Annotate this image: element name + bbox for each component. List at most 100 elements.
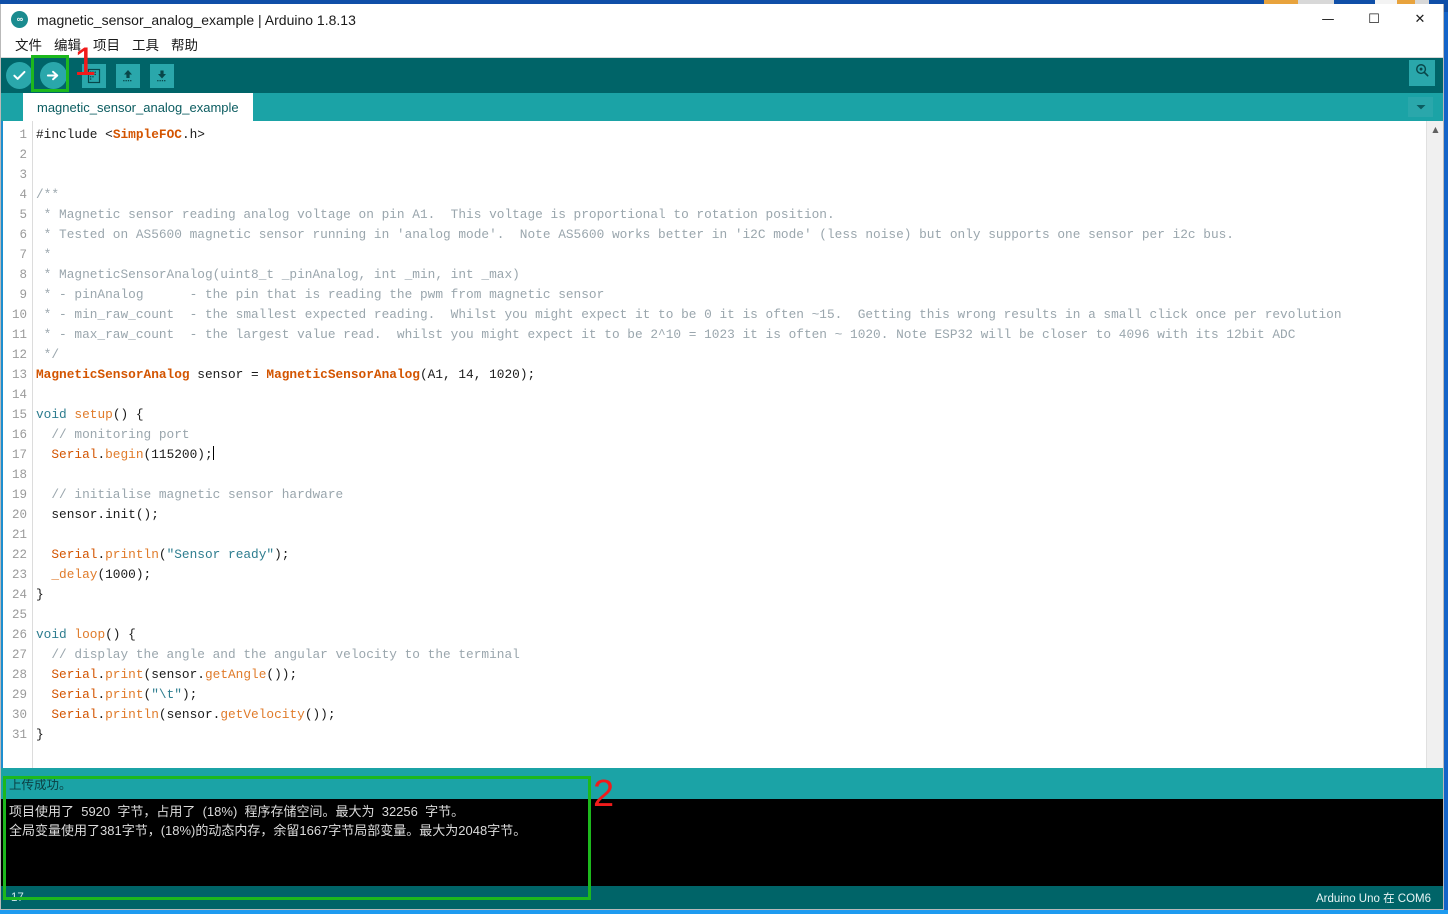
line-number: 5	[19, 208, 27, 222]
code-token: // monitoring port	[36, 427, 190, 442]
code-token: (sensor.	[158, 707, 221, 722]
code-line: Serial.print(sensor.getAngle());	[36, 665, 1443, 685]
code-token: .	[97, 547, 106, 562]
menu-file[interactable]: 文件	[9, 35, 48, 57]
code-token: * Tested on AS5600 magnetic sensor runni…	[36, 227, 1234, 242]
code-line: }	[36, 585, 1443, 605]
code-token: () {	[112, 407, 144, 422]
code-line: Serial.print("\t");	[36, 685, 1443, 705]
verify-icon	[6, 62, 33, 89]
line-number: 2	[19, 148, 27, 162]
code-token: SimpleFOC	[112, 127, 182, 142]
code-token: .h>	[181, 127, 205, 142]
code-token: _delay	[51, 567, 98, 582]
code-token: ());	[266, 667, 298, 682]
code-line: * - pinAnalog - the pin that is reading …	[36, 285, 1443, 305]
code-token: getAngle	[204, 667, 267, 682]
tab-magnetic-sensor-analog-example[interactable]: magnetic_sensor_analog_example	[23, 93, 253, 121]
minimize-icon[interactable]: —	[1305, 4, 1351, 35]
line-number: 31	[11, 728, 27, 742]
code-token: () {	[105, 627, 136, 642]
code-token: begin	[105, 447, 144, 462]
new-sketch-button[interactable]	[78, 60, 109, 91]
code-token: /**	[36, 187, 60, 202]
line-number: 4	[19, 188, 27, 202]
code-line: _delay(1000);	[36, 565, 1443, 585]
line-number: 9	[19, 288, 27, 302]
maximize-icon[interactable]: ☐	[1351, 4, 1397, 35]
line-number: 18	[11, 468, 27, 482]
tab-menu-button[interactable]	[1408, 97, 1433, 117]
code-token: loop	[74, 627, 106, 642]
title-bar: ∞ magnetic_sensor_analog_example | Ardui…	[1, 4, 1443, 35]
line-number: 22	[11, 548, 27, 562]
code-token: // display the angle and the angular vel…	[36, 647, 520, 662]
code-token: );	[181, 687, 198, 702]
window-title: magnetic_sensor_analog_example | Arduino…	[37, 11, 356, 28]
code-text-area[interactable]: #include <SimpleFOC.h> /** * Magnetic se…	[33, 121, 1443, 768]
code-token: getVelocity	[220, 707, 305, 722]
serial-monitor-button[interactable]	[1409, 60, 1435, 86]
line-number: 27	[11, 648, 27, 662]
scroll-up-arrow-icon[interactable]: ▲	[1427, 121, 1443, 138]
open-sketch-button[interactable]	[112, 60, 143, 91]
code-token: print	[105, 667, 144, 682]
menu-bar: 文件 编辑 项目 工具 帮助	[1, 35, 1443, 58]
code-token: "\t"	[151, 687, 182, 702]
upload-button[interactable]	[38, 60, 69, 91]
code-token: println	[105, 547, 159, 562]
line-number: 10	[11, 308, 27, 322]
line-number: 13	[11, 368, 27, 382]
code-token: * - pinAnalog - the pin that is reading …	[36, 287, 605, 302]
editor-vertical-scrollbar[interactable]: ▲	[1426, 121, 1443, 768]
code-token: (1000);	[97, 567, 152, 582]
line-number: 26	[11, 628, 27, 642]
menu-help[interactable]: 帮助	[165, 35, 204, 57]
save-sketch-button[interactable]	[146, 60, 177, 91]
code-token: }	[36, 587, 44, 602]
code-token: Serial	[51, 447, 98, 462]
code-line: * Magnetic sensor reading analog voltage…	[36, 205, 1443, 225]
code-token: sensor =	[189, 367, 267, 382]
code-line: Serial.println(sensor.getVelocity());	[36, 705, 1443, 725]
code-token: sensor.init();	[36, 507, 159, 522]
code-token: #include	[36, 127, 106, 142]
console-output[interactable]: 项目使用了 5920 字节，占用了 (18%) 程序存储空间。最大为 32256…	[1, 799, 1443, 886]
status-bar: 17 Arduino Uno 在 COM6	[1, 886, 1443, 909]
verify-button[interactable]	[4, 60, 35, 91]
code-token: (A1, 14, 1020);	[419, 367, 536, 382]
code-line: * MagneticSensorAnalog(uint8_t _pinAnalo…	[36, 265, 1443, 285]
line-number: 20	[11, 508, 27, 522]
menu-sketch[interactable]: 项目	[87, 35, 126, 57]
code-token: // initialise magnetic sensor hardware	[36, 487, 344, 502]
code-line: // display the angle and the angular vel…	[36, 645, 1443, 665]
code-editor[interactable]: 1 2 3 4 5 6 7 8 9 10 11 12 13 14 15 16 17 18 19 20 21 22 23 24 2…	[1, 121, 1443, 768]
serial-monitor-magnifier-icon	[1414, 62, 1431, 84]
menu-tools[interactable]: 工具	[126, 35, 165, 57]
code-token: .	[97, 707, 106, 722]
line-number: 17	[11, 448, 27, 462]
code-line: */	[36, 345, 1443, 365]
line-number-gutter: 1 2 3 4 5 6 7 8 9 10 11 12 13 14 15 16 17 18 19 20 21 22 23 24 2…	[1, 121, 33, 768]
code-line: // monitoring port	[36, 425, 1443, 445]
line-number: 3	[19, 168, 27, 182]
line-number: 14	[11, 388, 27, 402]
line-number: 23	[11, 568, 27, 582]
code-token: (sensor.	[143, 667, 205, 682]
new-file-icon	[81, 63, 106, 88]
code-token: "Sensor ready"	[166, 547, 275, 562]
code-line: Serial.begin(115200);	[36, 445, 1443, 465]
upload-arrow-icon	[40, 62, 67, 89]
code-token: setup	[74, 407, 113, 422]
menu-edit[interactable]: 编辑	[48, 35, 87, 57]
close-icon[interactable]: ✕	[1397, 4, 1443, 35]
console-line: 全局变量使用了381字节，(18%)的动态内存，余留1667字节局部变量。最大为…	[9, 823, 527, 838]
